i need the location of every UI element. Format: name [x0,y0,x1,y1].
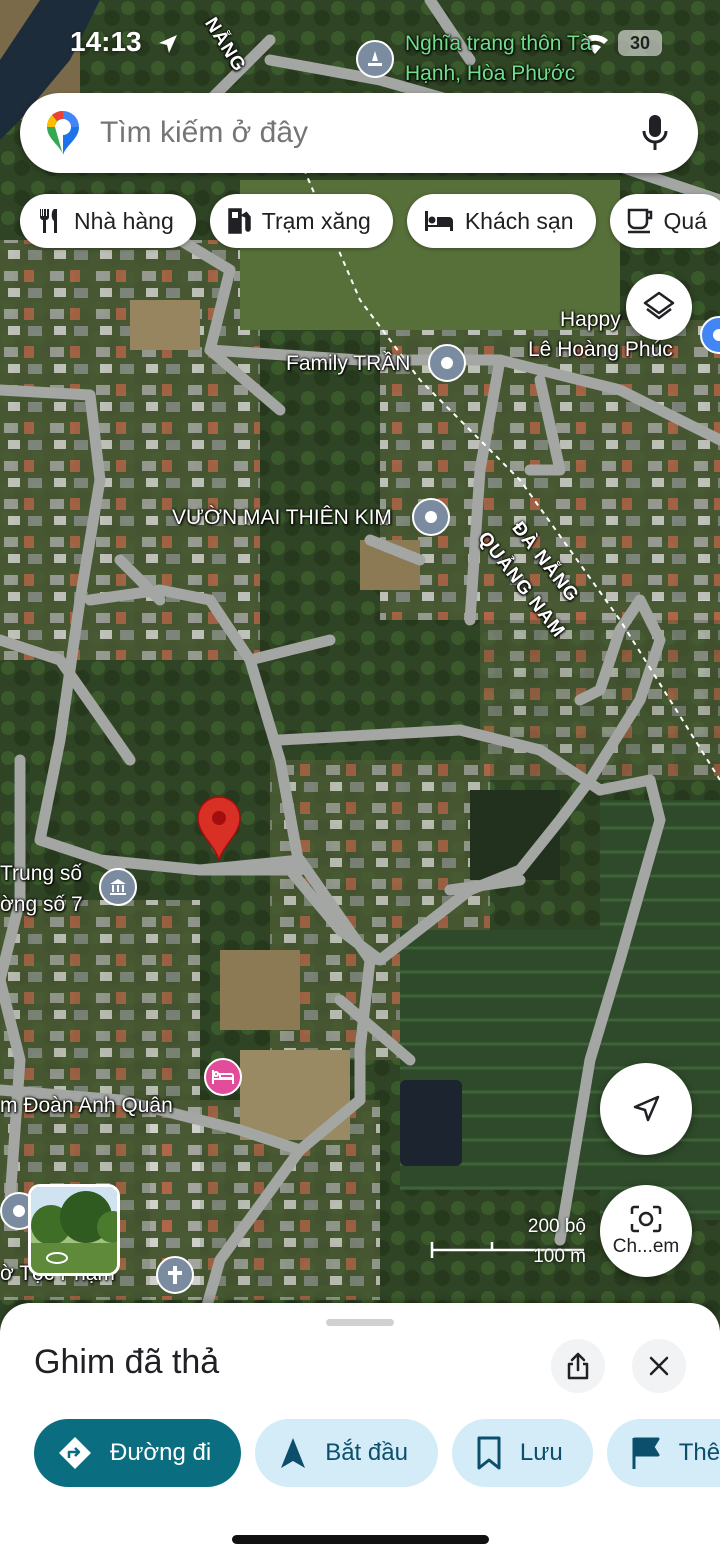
action-label: Thê [678,1439,720,1466]
action-label: Đường đi [110,1439,212,1466]
layers-icon [643,291,675,320]
gas-station-icon [228,208,251,234]
navigation-icon [281,1438,306,1468]
map-view[interactable]: 14:13 30 NẴNG Nghĩa trang thôn Tà Hạnh, … [0,0,720,1330]
search-input[interactable] [100,116,640,150]
vuon-mai-poi[interactable] [412,498,450,536]
government-poi[interactable] [99,868,137,906]
add-label-button[interactable]: Thê [606,1419,720,1487]
cafe-icon [627,208,652,234]
navigation-arrow-icon [633,1095,660,1122]
directions-icon [59,1437,91,1469]
family-tran-poi[interactable] [428,344,466,382]
chip-gas-stations[interactable]: Trạm xăng [209,194,393,248]
layers-button[interactable] [626,274,692,340]
action-label: Lưu [519,1439,563,1466]
camera-icon [630,1205,662,1233]
sheet-actions: Đường đi Bắt đầu Lưu Thê [34,1419,720,1487]
cemetery-label-1: Nghĩa trang thôn Tà [405,32,592,55]
chip-label: Nhà hàng [74,207,174,234]
search-bar[interactable] [20,93,698,173]
status-time: 14:13 [70,26,142,57]
action-label: Bắt đầu [325,1439,408,1466]
cemetery-label-2: Hạnh, Hòa Phước [405,62,576,85]
google-maps-logo-icon [46,111,79,155]
place-sheet[interactable]: Ghim đã thả Đường đi Bắt đầu Lưu Thê [0,1303,720,1557]
flag-icon [632,1437,660,1469]
restaurant-icon [40,209,57,233]
close-icon [649,1356,669,1376]
my-location-button[interactable] [600,1063,692,1155]
microphone-icon[interactable] [640,113,670,153]
trung-so-label-2: ờng số 7 [0,893,83,916]
street-view-thumbnail[interactable] [28,1184,120,1276]
directions-button[interactable]: Đường đi [34,1419,242,1487]
chip-restaurants[interactable]: Nhà hàng [20,194,196,248]
chip-label: Khách sạn [464,207,574,234]
chip-cafes[interactable]: Quá [609,194,720,248]
cemetery-icon [368,51,382,66]
building-icon [110,879,126,895]
battery-icon: 30 [618,30,662,56]
chip-hotels[interactable]: Khách sạn [406,194,596,248]
scale-imperial: 200 bộ [527,1216,586,1237]
location-arrow-icon [159,35,177,53]
sheet-title: Ghim đã thả [34,1343,220,1381]
happy-label: Happy [560,308,621,331]
bookmark-icon [477,1436,501,1470]
le-hoang-phuc-label: Lê Hoàng Phúc [528,338,673,361]
hotel-poi[interactable] [204,1058,242,1096]
cemetery-poi[interactable] [356,40,394,78]
battery-level: 30 [629,32,651,53]
hotel-label: m Đoàn Anh Quân [0,1094,173,1117]
category-chips: Nhà hàng Trạm xăng Khách sạn Quá [20,194,720,248]
hotel-icon [424,211,453,231]
share-icon [567,1352,589,1380]
bed-icon [212,1070,234,1084]
chip-label: Quá [663,207,708,234]
vuon-mai-label: VƯỜN MAI THIÊN KIM [172,506,392,529]
camera-search-button[interactable]: Ch...em [600,1185,692,1277]
home-indicator [232,1535,489,1544]
share-button[interactable] [551,1339,605,1393]
map-scale: 200 bộ 100 m [430,1216,586,1267]
sheet-drag-handle[interactable] [326,1319,394,1326]
chip-label: Trạm xăng [261,207,371,234]
save-button[interactable]: Lưu [451,1419,593,1487]
start-button[interactable]: Bắt đầu [255,1419,438,1487]
dropped-pin-icon[interactable] [196,796,242,862]
family-tran-label: Family TRẦN [286,352,411,375]
church-poi[interactable] [156,1256,194,1294]
360-rotate-icon [46,1252,68,1264]
close-button[interactable] [632,1339,686,1393]
scale-metric: 100 m [533,1246,586,1267]
camera-button-label: Ch...em [612,1236,680,1257]
cross-icon [168,1266,182,1284]
trung-so-label-1: Trung số [0,862,83,885]
